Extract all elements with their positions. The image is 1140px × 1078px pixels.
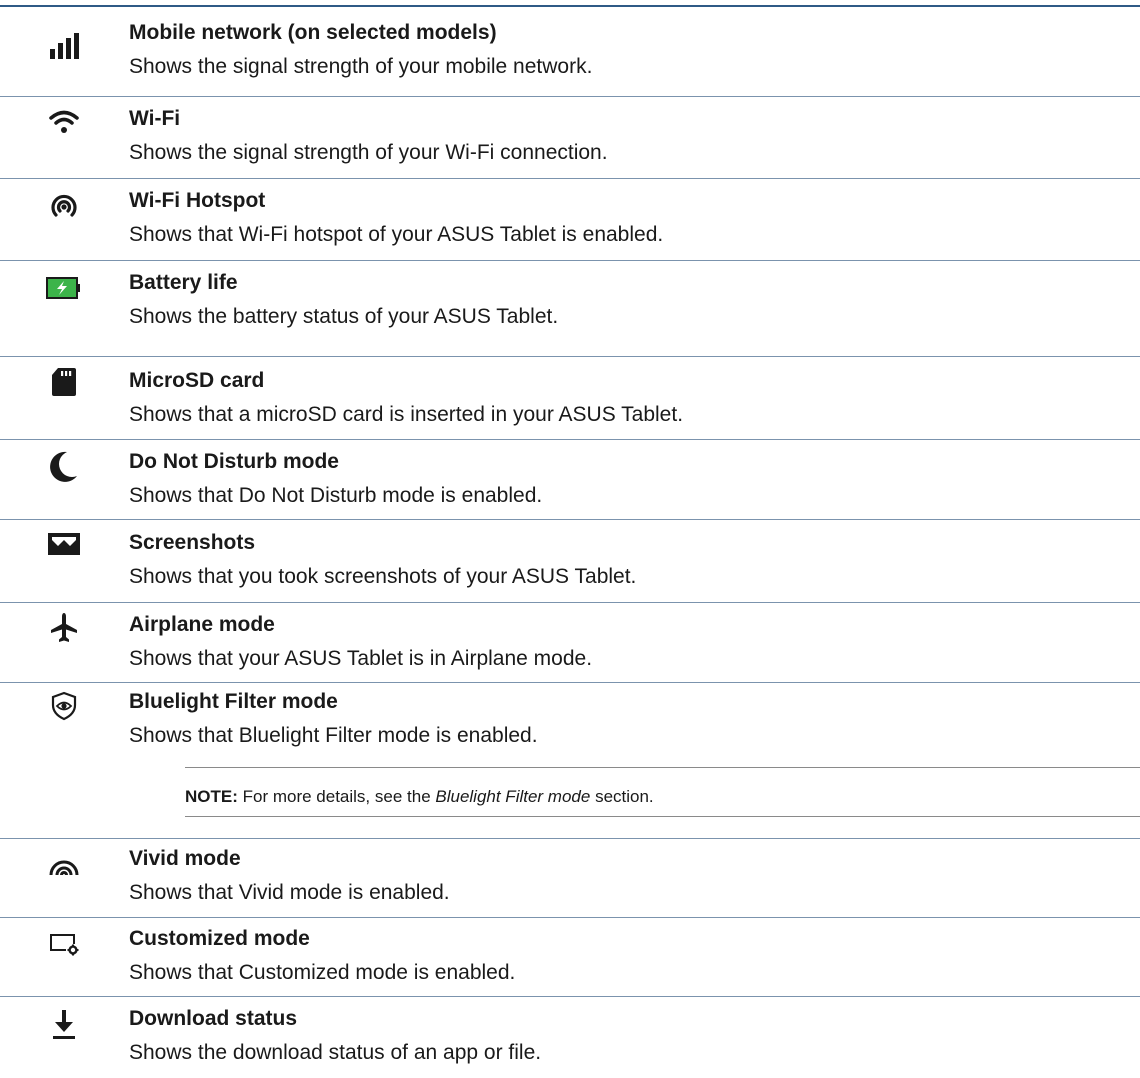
note-text-after: section.: [590, 787, 654, 806]
item-description: Shows that Do Not Disturb mode is enable…: [129, 484, 543, 507]
item-title: Airplane mode: [129, 613, 275, 636]
item-title: Screenshots: [129, 531, 256, 554]
divider: [0, 838, 1140, 839]
note: NOTE: For more details, see the Blueligh…: [185, 786, 654, 808]
item-description: Shows the download status of an app or f…: [129, 1041, 542, 1064]
note-top-rule: [185, 767, 1140, 768]
item-title: Bluelight Filter mode: [129, 690, 338, 713]
item-description: Shows the battery status of your ASUS Ta…: [129, 305, 559, 328]
item-description: Shows that a microSD card is inserted in…: [129, 403, 684, 426]
divider: [0, 439, 1140, 440]
divider: [0, 178, 1140, 179]
screenshot-icon: [44, 524, 84, 564]
moon-icon: [44, 447, 84, 487]
download-icon: [44, 1004, 84, 1044]
divider: [0, 519, 1140, 520]
bluelight-shield-eye-icon: [44, 686, 84, 726]
divider: [0, 96, 1140, 97]
hotspot-icon: [44, 186, 84, 226]
item-description: Shows the signal strength of your mobile…: [129, 55, 593, 78]
item-title: Battery life: [129, 271, 238, 294]
item-title: Wi-Fi: [129, 107, 181, 130]
item-title: Mobile network (on selected models): [129, 21, 497, 44]
item-title: Download status: [129, 1007, 298, 1030]
divider: [0, 917, 1140, 918]
item-description: Shows that your ASUS Tablet is in Airpla…: [129, 647, 593, 670]
airplane-icon: [44, 608, 84, 648]
item-description: Shows that Customized mode is enabled.: [129, 961, 516, 984]
item-description: Shows that Wi-Fi hotspot of your ASUS Ta…: [129, 223, 664, 246]
top-rule: [0, 5, 1140, 7]
vivid-mode-icon: [44, 846, 84, 886]
item-description: Shows that Vivid mode is enabled.: [129, 881, 450, 904]
customized-mode-icon: [44, 924, 84, 964]
item-description: Shows the signal strength of your Wi-Fi …: [129, 141, 608, 164]
note-bottom-rule: [185, 816, 1140, 817]
mobile-signal-icon: [44, 26, 84, 66]
item-title: Customized mode: [129, 927, 310, 950]
item-description: Shows that Bluelight Filter mode is enab…: [129, 724, 538, 747]
item-title: Vivid mode: [129, 847, 241, 870]
battery-charging-icon: [44, 268, 84, 308]
divider: [0, 996, 1140, 997]
item-title: Wi-Fi Hotspot: [129, 189, 266, 212]
divider: [0, 260, 1140, 261]
microsd-card-icon: [44, 362, 84, 402]
note-label: NOTE:: [185, 787, 238, 806]
divider: [0, 682, 1140, 683]
item-title: MicroSD card: [129, 369, 265, 392]
item-title: Do Not Disturb mode: [129, 450, 339, 473]
divider: [0, 602, 1140, 603]
divider: [0, 356, 1140, 357]
wifi-icon: [44, 102, 84, 142]
note-italic-ref: Bluelight Filter mode: [435, 787, 591, 806]
note-text-before: For more details, see the: [237, 787, 436, 806]
item-description: Shows that you took screenshots of your …: [129, 565, 637, 588]
